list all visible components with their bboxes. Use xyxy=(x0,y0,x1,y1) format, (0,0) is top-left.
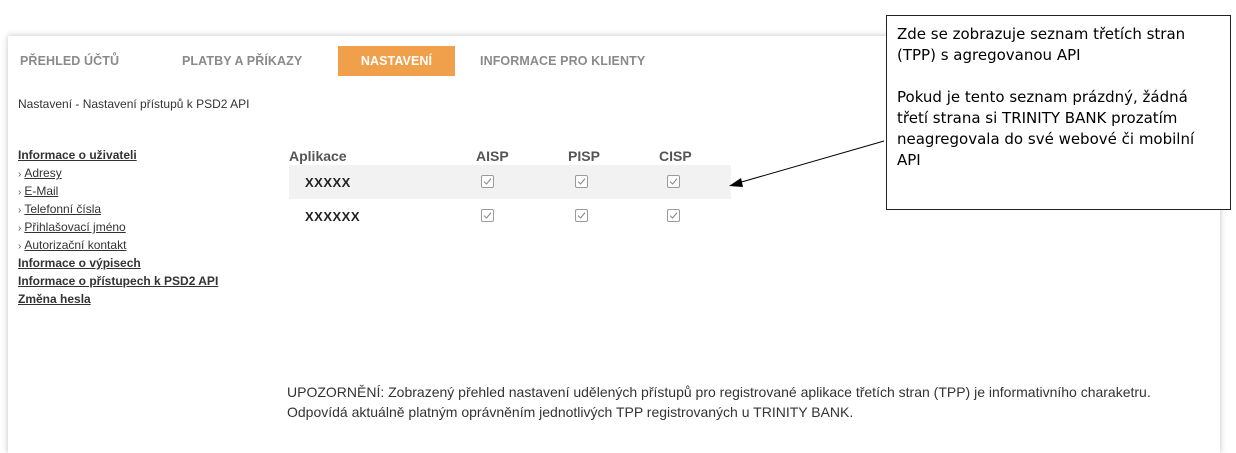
callout-text-1: Zde se zobrazuje seznam třetích stran (T… xyxy=(897,25,1186,64)
callout-annotation: Zde se zobrazuje seznam třetích stran (T… xyxy=(886,15,1231,210)
callout-text-2: Pokud je tento seznam prázdný, žádná tře… xyxy=(897,88,1195,169)
